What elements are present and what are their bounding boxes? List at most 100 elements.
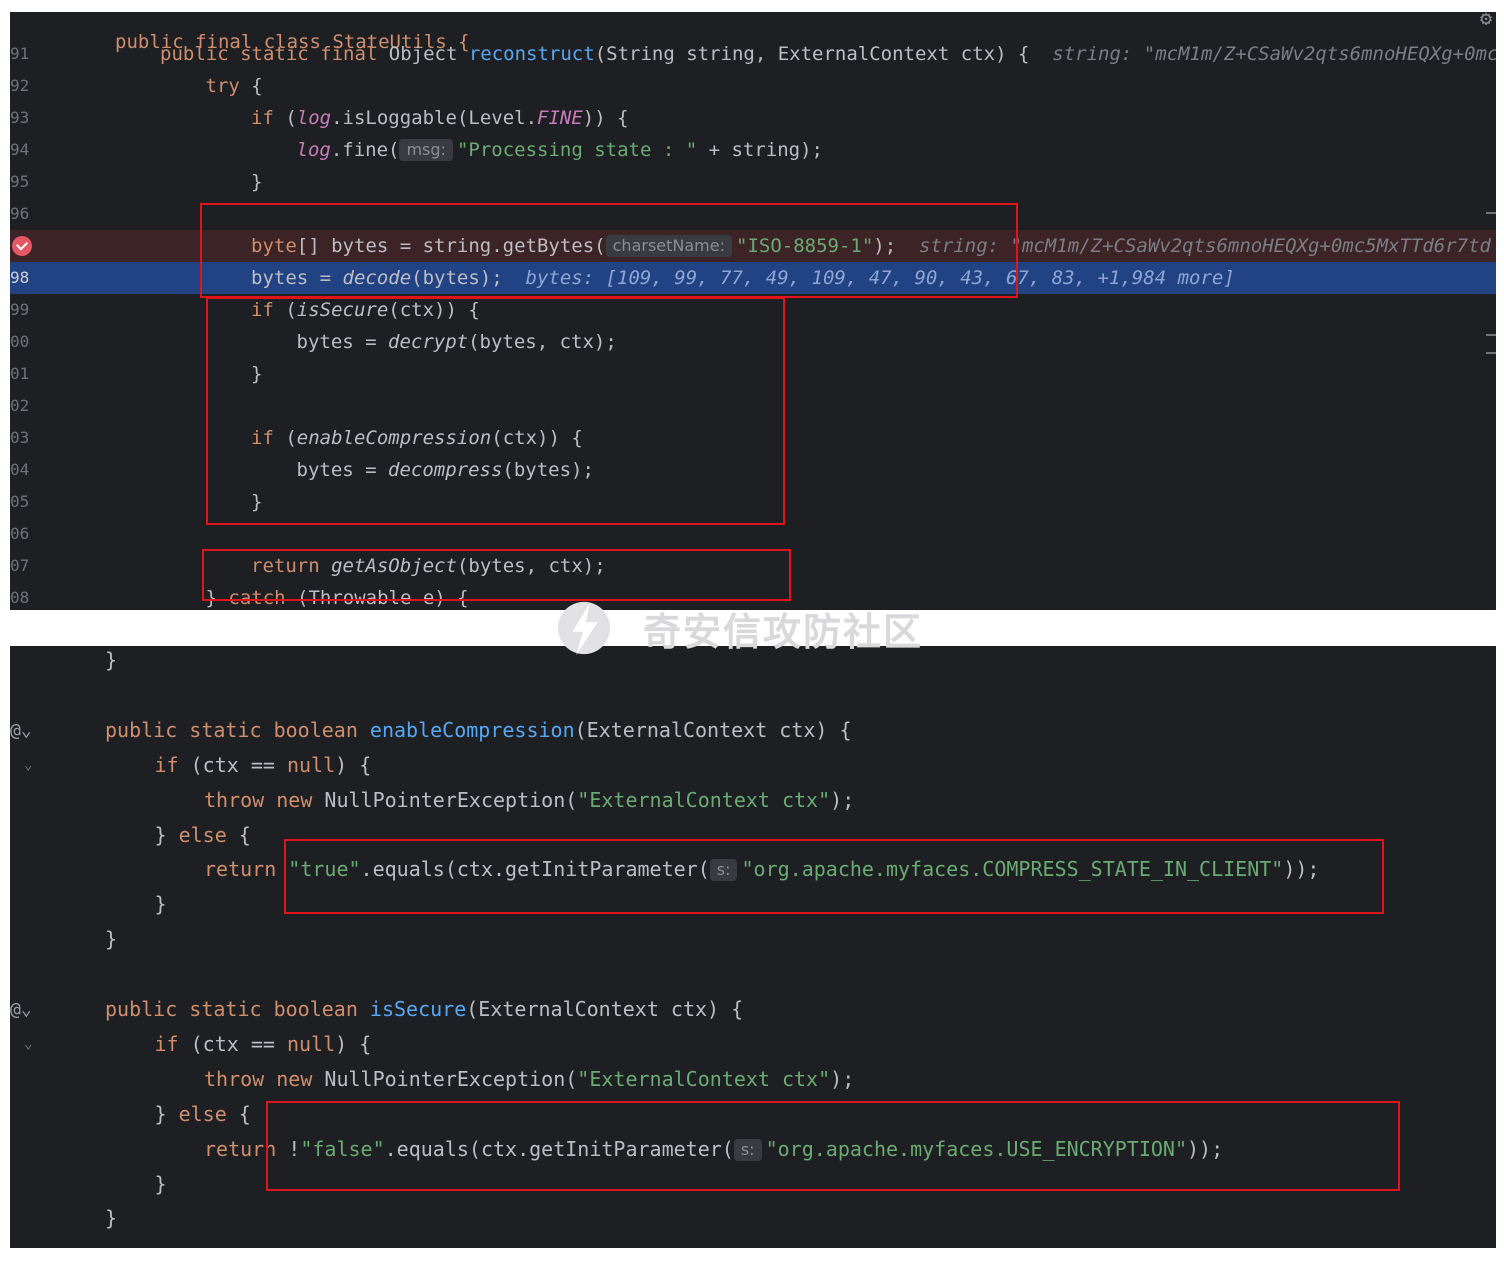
code-line[interactable]: 92 try { bbox=[10, 70, 1496, 102]
code-line[interactable] bbox=[10, 678, 1496, 713]
code-text: if (ctx == null) { bbox=[155, 1027, 372, 1062]
code-text: public static boolean isSecure(ExternalC… bbox=[105, 992, 743, 1027]
code-line[interactable]: 94 log.fine(msg: "Processing state : " + s… bbox=[10, 134, 1496, 166]
code-line[interactable]: throw new NullPointerException("External… bbox=[10, 783, 1496, 818]
code-token: } bbox=[154, 1101, 179, 1126]
watermark: 奇安信攻防社区 bbox=[555, 598, 923, 658]
code-token: (ctx == bbox=[178, 1031, 287, 1056]
fold-chevron-icon[interactable]: ⌄ bbox=[24, 748, 32, 783]
code-text: if (ctx == null) { bbox=[155, 748, 372, 783]
code-token: log bbox=[296, 107, 332, 129]
code-text: public static boolean enableCompression(… bbox=[105, 713, 852, 748]
code-line[interactable]: 95} bbox=[10, 166, 1496, 198]
code-text: throw new NullPointerException("External… bbox=[204, 1062, 854, 1097]
debug-value: string: "mcM1m/Z+CSaWv2qts6mnoHEQXg+0mc5 bbox=[1052, 43, 1496, 65]
fold-chevron-icon[interactable]: ⌄ bbox=[24, 1027, 32, 1062]
line-number: 93 bbox=[10, 108, 30, 127]
code-text: } bbox=[105, 646, 117, 678]
code-text: } bbox=[105, 922, 117, 957]
code-token: ); bbox=[830, 787, 855, 812]
code-token: .isLoggable(Level. bbox=[331, 107, 538, 129]
class-header-line: public final class StateUtils { bbox=[10, 12, 1496, 53]
scroll-marker[interactable] bbox=[1486, 334, 1496, 336]
line-number: 98 bbox=[10, 268, 30, 287]
code-token: { bbox=[226, 822, 251, 847]
code-token: } bbox=[154, 822, 179, 847]
code-text: } bbox=[155, 887, 167, 922]
line-number: 08 bbox=[10, 588, 30, 607]
line-number: 02 bbox=[10, 396, 30, 415]
code-line[interactable]: ⌄ if (ctx == null) { bbox=[10, 748, 1496, 783]
code-token: (String string, ExternalContext ctx) { bbox=[594, 43, 1053, 65]
highlight-box-return bbox=[202, 549, 791, 601]
code-token: ); bbox=[830, 1066, 855, 1091]
breakpoint-icon[interactable] bbox=[12, 236, 32, 256]
code-token: ) { bbox=[335, 752, 372, 777]
code-line[interactable]: } bbox=[10, 922, 1496, 957]
code-token: else bbox=[178, 822, 227, 847]
code-text: } bbox=[251, 166, 262, 198]
line-number: 92 bbox=[10, 76, 30, 95]
scroll-marker[interactable] bbox=[1486, 212, 1496, 214]
code-token: public static final bbox=[160, 43, 389, 65]
code-token: (ExternalContext ctx) { bbox=[466, 997, 744, 1021]
code-token: } bbox=[251, 171, 263, 193]
code-token: FINE bbox=[537, 107, 583, 129]
parameter-hint: msg: bbox=[399, 139, 453, 161]
code-text: throw new NullPointerException("External… bbox=[204, 783, 854, 818]
code-token: public static boolean bbox=[105, 717, 370, 742]
line-number: 05 bbox=[10, 492, 30, 511]
code-token: } bbox=[154, 1171, 167, 1196]
code-text: } bbox=[105, 1201, 117, 1236]
code-token: "Processing state : " bbox=[456, 139, 698, 161]
code-token: { bbox=[226, 1101, 251, 1126]
code-token: if bbox=[154, 752, 179, 777]
line-number: 00 bbox=[10, 332, 30, 351]
code-token: try bbox=[205, 75, 240, 97]
code-token: enableCompression bbox=[369, 717, 575, 742]
code-token: + string); bbox=[697, 139, 823, 161]
code-token: null bbox=[286, 1031, 336, 1056]
line-number: 03 bbox=[10, 428, 30, 447]
line-number: 01 bbox=[10, 364, 30, 383]
code-line[interactable]: @⌄ public static boolean enableCompressio… bbox=[10, 713, 1496, 748]
code-token: )) { bbox=[582, 107, 629, 129]
code-line[interactable]: 91 public static final Object reconstruct… bbox=[10, 38, 1496, 70]
override-annotation-icon[interactable]: @⌄ bbox=[10, 992, 32, 1027]
code-token: NullPointerException( bbox=[312, 1066, 578, 1091]
line-number: 04 bbox=[10, 460, 30, 479]
highlight-box-encryption-param bbox=[266, 1101, 1400, 1191]
code-token: } bbox=[105, 648, 118, 672]
code-token: (ExternalContext ctx) { bbox=[574, 717, 852, 742]
scroll-marker[interactable] bbox=[1486, 352, 1496, 354]
code-line[interactable]: 93 if (log.isLoggable(Level.FINE)) { bbox=[10, 102, 1496, 134]
code-line[interactable]: ⌄ if (ctx == null) { bbox=[10, 1027, 1496, 1062]
line-number: 94 bbox=[10, 140, 30, 159]
line-number: 99 bbox=[10, 300, 30, 319]
code-token: throw new bbox=[204, 787, 313, 812]
code-token: if bbox=[251, 107, 274, 129]
code-token: NullPointerException( bbox=[312, 787, 578, 812]
code-text: } else { bbox=[155, 1097, 251, 1132]
code-line[interactable]: throw new NullPointerException("External… bbox=[10, 1062, 1496, 1097]
code-text: log.fine(msg: "Processing state : " + str… bbox=[296, 134, 823, 166]
code-token: public static boolean bbox=[105, 997, 370, 1021]
code-token: throw new bbox=[204, 1066, 313, 1091]
code-token: log bbox=[296, 139, 331, 161]
code-token: { bbox=[239, 75, 263, 97]
override-annotation-icon[interactable]: @⌄ bbox=[10, 713, 32, 748]
highlight-box-decode bbox=[200, 203, 1018, 298]
code-text: if (log.isLoggable(Level.FINE)) { bbox=[251, 102, 629, 134]
gear-icon[interactable]: ⚙ bbox=[1480, 12, 1492, 30]
code-line[interactable]: } bbox=[10, 1201, 1496, 1236]
code-token: null bbox=[286, 752, 336, 777]
watermark-text: 奇安信攻防社区 bbox=[643, 609, 924, 654]
code-token: return bbox=[204, 857, 277, 882]
code-text: try { bbox=[206, 70, 263, 102]
code-line[interactable] bbox=[10, 957, 1496, 992]
code-token: } bbox=[105, 927, 118, 952]
code-token: ) { bbox=[335, 1031, 372, 1056]
code-line[interactable]: @⌄ public static boolean isSecure(Externa… bbox=[10, 992, 1496, 1027]
code-text: public static final Object reconstruct(S… bbox=[160, 38, 1496, 70]
code-token: "ExternalContext ctx" bbox=[577, 1066, 831, 1091]
